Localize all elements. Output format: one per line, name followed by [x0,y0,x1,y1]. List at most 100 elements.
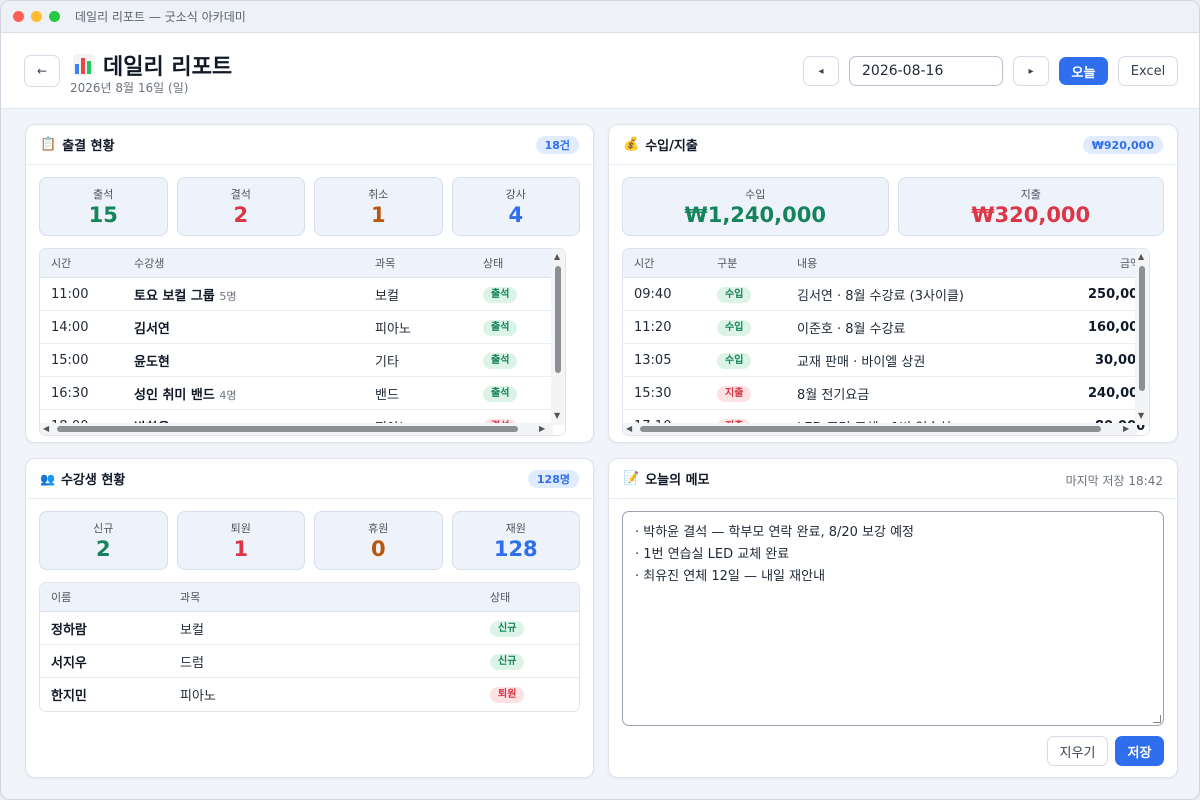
memo-icon: 📝 [623,471,640,486]
status-cell: 출석 [483,319,518,336]
excel-export-button[interactable]: Excel [1118,56,1178,86]
description-cell: 이준호 · 8월 수강료 [797,321,906,337]
maximize-window-button[interactable] [49,11,60,22]
subject-cell: 보컬 [180,622,204,638]
clipboard-icon: 📋 [40,137,57,152]
table-row[interactable]: 11:00 토요 보컬 그룹 5명 보컬 출석 [40,278,565,311]
stat-present: 출석 15 [39,177,168,236]
page-subtitle: 2026년 8월 16일 (일) [70,81,189,95]
stat-label: 휴원 [368,522,389,535]
horizontal-scrollbar[interactable]: ◀ ▶ [623,423,1137,435]
people-icon: 👥 [40,471,55,486]
scroll-down-arrow[interactable]: ▼ [1138,411,1144,420]
table-row[interactable]: 09:40 수입 김서연 · 8월 수강료 (3사이클) 250,000 [623,278,1149,311]
memo-line: · 1번 연습실 LED 교체 완료 [635,547,790,562]
status-badge: 출석 [483,352,518,369]
table-row[interactable]: 13:05 수입 교재 판매 · 바이엘 상권 30,000 [623,344,1149,377]
scroll-thumb[interactable] [555,266,561,373]
table-row[interactable]: 15:30 지출 8월 전기요금 240,000 [623,377,1149,410]
vertical-scrollbar[interactable]: ▲ ▼ [551,249,565,425]
member-count: 5명 [219,289,237,303]
subject-cell: 보컬 [375,288,399,304]
scroll-thumb[interactable] [57,426,518,432]
money-bag-icon: 💰 [623,137,640,152]
memo-title: 오늘의 메모 [645,473,710,488]
horizontal-scrollbar[interactable]: ◀ ▶ [40,423,553,435]
save-button[interactable]: 저장 [1115,736,1164,766]
scroll-down-arrow[interactable]: ▼ [554,411,560,420]
resize-handle[interactable] [1153,715,1161,723]
stat-expense: 지출 ₩320,000 [897,177,1164,236]
type-badge: 수입 [717,319,752,336]
status-cell: 신규 [490,653,525,670]
attendance-panel: 📋 출결 현황 18건 출석 15 결석 2 취소 1 강사 4 시간 수강생 과목 상… [25,124,594,443]
subject-cell: 드럼 [180,655,204,671]
stat-value: ₩1,240,000 [684,203,826,227]
time-cell: 16:30 [51,385,89,401]
stat-new: 신규 2 [39,511,168,570]
stat-label: 수입 [745,188,766,201]
window-title: 데일리 리포트 — 굿소식 아카데미 [75,10,246,24]
scroll-right-arrow[interactable]: ▶ [539,424,545,433]
status-cell: 출석 [483,352,518,369]
memo-line: · 최유진 연체 12일 — 내일 재안내 [635,569,826,584]
table-row[interactable]: 서지우 드럼 신규 [40,645,579,678]
description-cell: 김서연 · 8월 수강료 (3사이클) [797,288,964,304]
scroll-up-arrow[interactable]: ▲ [554,252,560,261]
memo-header: 📝 오늘의 메모 마지막 저장 18:42 [609,459,1177,499]
time-cell: 15:30 [634,385,672,401]
status-cell: 출석 [483,385,518,402]
attendance-header: 📋 출결 현황 18건 [26,125,593,165]
scroll-thumb[interactable] [1139,266,1145,391]
date-input[interactable]: 2026-08-16 [849,56,1003,86]
scroll-right-arrow[interactable]: ▶ [1123,424,1129,433]
prev-day-button[interactable]: ◂ [803,56,839,86]
member-count: 4명 [219,388,237,402]
stat-label: 퇴원 [230,522,251,535]
stat-value: 2 [233,203,249,227]
status-badge: 출석 [483,319,518,336]
back-button[interactable]: ← [24,55,60,87]
type-badge: 수입 [717,352,752,369]
clear-button[interactable]: 지우기 [1047,736,1108,766]
table-row[interactable]: 11:20 수입 이준호 · 8월 수강료 160,000 [623,311,1149,344]
name-cell: 한지민 [51,689,87,704]
table-row[interactable]: 15:00 윤도현 기타 출석 [40,344,565,377]
table-row[interactable]: 14:00 김서연 피아노 출석 [40,311,565,344]
scroll-left-arrow[interactable]: ◀ [626,424,632,433]
table-row[interactable]: 한지민 피아노 퇴원 [40,678,579,711]
time-cell: 14:00 [51,319,89,335]
status-badge: 출석 [483,385,518,402]
scroll-left-arrow[interactable]: ◀ [43,424,49,433]
stat-label: 강사 [505,188,526,201]
time-cell: 13:05 [634,352,672,368]
student-cell: 성인 취미 밴드 4명 [134,384,236,403]
memo-textarea[interactable]: · 박하윤 결석 — 학부모 연락 완료, 8/20 보강 예정 · 1번 연습… [622,511,1164,726]
stat-label: 취소 [368,188,389,201]
stat-value: 15 [88,203,118,227]
status-badge: 신규 [490,653,525,670]
scroll-thumb[interactable] [640,426,1101,432]
type-badge: 지출 [717,385,752,402]
students-table: 이름 과목 상태 정하람 보컬 신규 서지우 드럼 신규 한지민 피아노 퇴원 [39,582,580,712]
vertical-scrollbar[interactable]: ▲ ▼ [1135,249,1149,425]
stat-label: 재원 [505,522,526,535]
scroll-up-arrow[interactable]: ▲ [1138,252,1144,261]
stat-cancelled: 취소 1 [314,177,443,236]
column-header: 과목 [375,257,396,270]
students-stats: 신규 2 퇴원 1 휴원 0 재원 128 [39,511,580,570]
memo-line: · 박하윤 결석 — 학부모 연락 완료, 8/20 보강 예정 [635,525,915,540]
table-header: 시간 구분 내용 금액 [623,249,1149,278]
students-header: 👥 수강생 현황 128명 [26,459,593,499]
app-window: 데일리 리포트 — 굿소식 아카데미 ← 데일리 리포트 2026년 8월 16… [0,0,1200,800]
table-row[interactable]: 16:30 성인 취미 밴드 4명 밴드 출석 [40,377,565,410]
status-badge: 퇴원 [490,687,525,703]
today-button[interactable]: 오늘 [1059,57,1108,85]
title-bar: 데일리 리포트 — 굿소식 아카데미 [1,1,1199,33]
next-day-button[interactable]: ▸ [1013,56,1049,86]
close-window-button[interactable] [13,11,24,22]
table-row[interactable]: 정하람 보컬 신규 [40,612,579,645]
type-cell: 수입 [717,286,752,303]
minimize-window-button[interactable] [31,11,42,22]
students-count-badge: 128명 [527,470,579,488]
